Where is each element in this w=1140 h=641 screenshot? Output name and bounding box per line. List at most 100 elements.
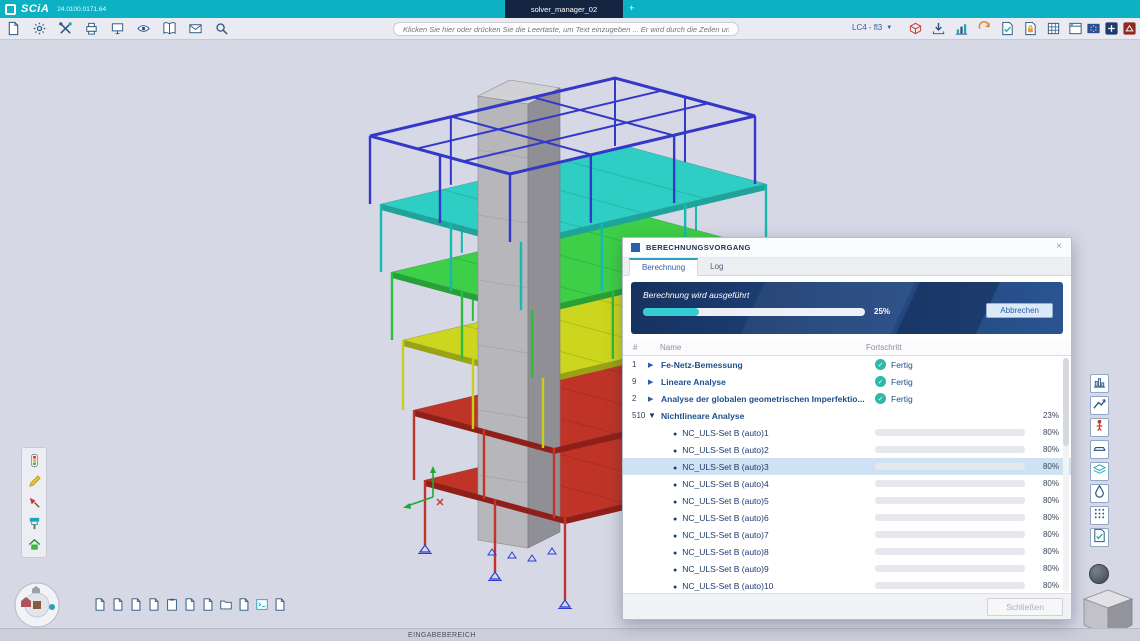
tab-berechnung[interactable]: Berechnung <box>629 258 698 276</box>
pencil-icon[interactable] <box>27 474 42 489</box>
tab-berechnung-label: Berechnung <box>642 263 685 272</box>
progress-bar <box>875 548 1025 555</box>
expand-icon[interactable]: ▶ <box>648 395 661 403</box>
expand-icon[interactable]: ▶ <box>648 378 661 386</box>
load-person-button[interactable] <box>1090 418 1109 437</box>
close-button[interactable]: Schließen <box>987 598 1063 616</box>
task-row[interactable]: 510▼Nichtlineare Analyse23% <box>623 407 1071 424</box>
tools-icon[interactable] <box>58 21 73 36</box>
task-row[interactable]: 2▶Analyse der globalen geometrischen Imp… <box>623 390 1071 407</box>
chart-columns-button[interactable] <box>1090 374 1109 393</box>
chart-export-button[interactable] <box>1090 396 1109 415</box>
bullet-icon: ● <box>673 567 677 574</box>
table-grid-icon[interactable] <box>1046 21 1061 36</box>
storey-box-icon[interactable] <box>908 21 923 36</box>
refresh-icon[interactable] <box>977 21 992 36</box>
bullet-icon: ● <box>673 431 677 438</box>
document-columns-icon[interactable] <box>129 597 143 612</box>
folder-icon[interactable] <box>219 597 233 612</box>
task-number: 510 <box>623 411 648 420</box>
library-book-icon[interactable] <box>162 21 177 36</box>
document-check-icon[interactable] <box>1000 21 1015 36</box>
search-icon[interactable] <box>214 21 229 36</box>
new-tab-button[interactable]: + <box>629 3 634 13</box>
progress-bar <box>875 429 1025 436</box>
document-check-button[interactable] <box>1090 528 1109 547</box>
window-app-icon[interactable] <box>1068 21 1083 36</box>
command-line-input[interactable] <box>393 22 739 36</box>
task-row[interactable]: ●NC_ULS-Set B (auto)480% <box>623 475 1071 492</box>
collapse-icon[interactable]: ▼ <box>648 411 661 420</box>
brush-icon[interactable] <box>27 516 42 531</box>
new-document-icon[interactable] <box>6 21 21 36</box>
tab-log-label: Log <box>710 262 723 271</box>
load-case-label: LC4 - fl3 <box>852 23 882 32</box>
task-name: ●NC_ULS-Set B (auto)2 <box>661 445 875 455</box>
trowel-icon[interactable] <box>27 495 42 510</box>
result-chart-icon[interactable] <box>954 21 969 36</box>
expand-icon[interactable]: ▶ <box>648 361 661 369</box>
view-sphere-button[interactable] <box>1089 564 1109 584</box>
overall-progress-percent: 25% <box>874 307 890 316</box>
banner-status-text: Berechnung wird ausgeführt <box>643 290 749 300</box>
task-row[interactable]: 1▶Fe-Netz-Bemessung✓Fertig <box>623 356 1071 373</box>
material-drop-icon <box>1092 484 1107 504</box>
statusbar-label: EINGABEBEREICH <box>408 632 476 639</box>
task-row[interactable]: ●NC_ULS-Set B (auto)180% <box>623 424 1071 441</box>
document-lock-icon[interactable] <box>1023 21 1038 36</box>
task-row[interactable]: ●NC_ULS-Set B (auto)980% <box>623 560 1071 577</box>
document-pen-icon[interactable] <box>201 597 215 612</box>
layers-button[interactable] <box>1090 462 1109 481</box>
document-chart-icon[interactable] <box>183 597 197 612</box>
document-list-icon[interactable] <box>147 597 161 612</box>
dialog-titlebar[interactable]: BERECHNUNGSVORGANG × <box>623 238 1071 258</box>
visibility-eye-icon[interactable] <box>136 21 151 36</box>
house-icon[interactable] <box>27 537 42 552</box>
eu-flag-icon[interactable] <box>1086 21 1101 36</box>
export-download-icon[interactable] <box>931 21 946 36</box>
task-row[interactable]: ●NC_ULS-Set B (auto)280% <box>623 441 1071 458</box>
document-tab[interactable]: solver_manager_02 <box>505 0 623 18</box>
task-row[interactable]: ●NC_ULS-Set B (auto)380% <box>623 458 1071 475</box>
chart-columns-icon <box>1092 374 1107 394</box>
project-settings-icon[interactable] <box>32 21 47 36</box>
cancel-button[interactable]: Abbrechen <box>986 303 1053 318</box>
navigation-wheel[interactable] <box>13 581 61 629</box>
task-row[interactable]: ●NC_ULS-Set B (auto)880% <box>623 543 1071 560</box>
main-toolbar: LC4 - fl3 ▼ <box>0 18 1140 40</box>
input-panel-toolbar <box>93 597 287 612</box>
task-row[interactable]: ●NC_ULS-Set B (auto)580% <box>623 492 1071 509</box>
screen-icon[interactable] <box>273 597 287 612</box>
task-name: Analyse der globalen geometrischen Imper… <box>661 394 875 404</box>
mail-icon[interactable] <box>188 21 203 36</box>
task-row[interactable]: ●NC_ULS-Set B (auto)780% <box>623 526 1071 543</box>
task-progress: 80% <box>875 462 1071 471</box>
display-icon[interactable] <box>110 21 125 36</box>
grid-points-button[interactable] <box>1090 506 1109 525</box>
new-document-icon[interactable] <box>93 597 107 612</box>
printer-icon[interactable] <box>84 21 99 36</box>
scrollbar-thumb[interactable] <box>1063 358 1069 446</box>
material-drop-button[interactable] <box>1090 484 1109 503</box>
dialog-tabs: Berechnung Log <box>623 258 1071 276</box>
tab-log[interactable]: Log <box>698 258 735 275</box>
task-row[interactable]: 9▶Lineare Analyse✓Fertig <box>623 373 1071 390</box>
task-name: Lineare Analyse <box>661 377 875 387</box>
status-label: Fertig <box>891 377 913 387</box>
task-progress: 80% <box>875 428 1071 437</box>
task-row[interactable]: ●NC_ULS-Set B (auto)1080% <box>623 577 1071 594</box>
progress-percent: 80% <box>1025 530 1059 539</box>
close-icon[interactable]: × <box>1056 242 1062 252</box>
scrollbar[interactable] <box>1063 358 1069 592</box>
load-case-selector[interactable]: LC4 - fl3 ▼ <box>852 23 892 32</box>
progress-percent: 80% <box>1025 428 1059 437</box>
document-box-icon[interactable] <box>237 597 251 612</box>
navy-app-icon[interactable] <box>1104 21 1119 36</box>
beam-button[interactable] <box>1090 440 1109 459</box>
task-row[interactable]: ●NC_ULS-Set B (auto)680% <box>623 509 1071 526</box>
clipboard-icon[interactable] <box>165 597 179 612</box>
terminal-icon[interactable] <box>255 597 269 612</box>
red-app-icon[interactable] <box>1122 21 1137 36</box>
traffic-light-icon[interactable] <box>27 453 42 468</box>
document-table-icon[interactable] <box>111 597 125 612</box>
